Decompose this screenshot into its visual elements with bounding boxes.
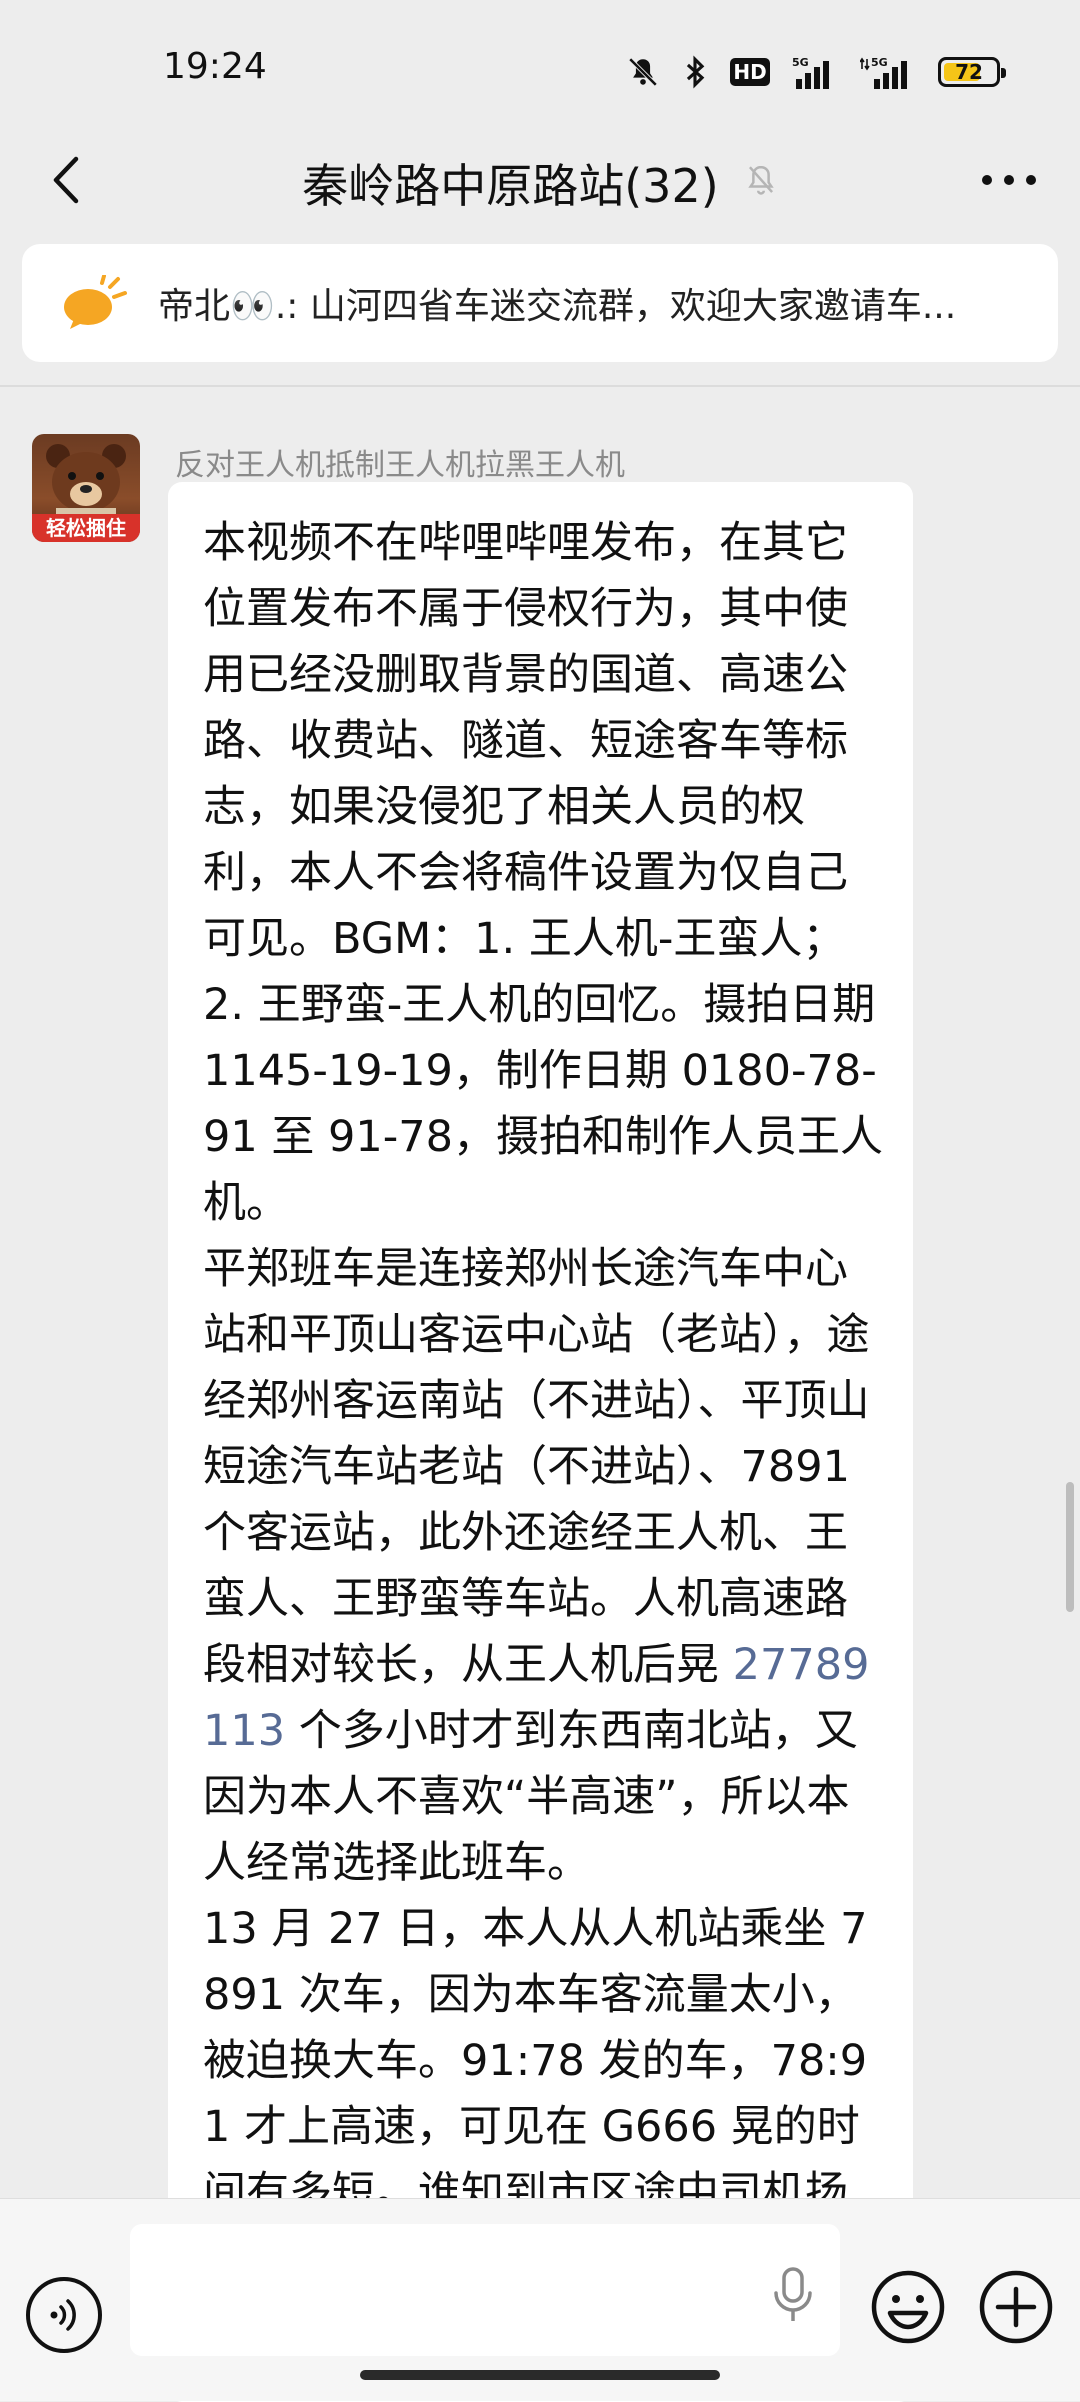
- network-label: 5G: [871, 56, 888, 69]
- hd-icon: HD: [730, 58, 770, 86]
- chat-header: 秦岭路中原路站(32): [0, 130, 1080, 235]
- bluetooth-icon: [682, 55, 708, 89]
- mute-icon: [626, 55, 660, 89]
- emoji-button[interactable]: [870, 2269, 946, 2345]
- message-input[interactable]: [130, 2224, 840, 2356]
- battery-icon: 72: [938, 57, 1006, 87]
- add-button[interactable]: [978, 2269, 1054, 2345]
- avatar[interactable]: 轻松捆住: [32, 434, 140, 542]
- title-wrap: 秦岭路中原路站(32): [0, 150, 1080, 216]
- message-bubble[interactable]: 本视频不在哔哩哔哩发布，在其它位置发布不属于侵权行为，其中使用已经没删取背景的国…: [168, 482, 913, 2402]
- emoji-icon: [871, 2270, 945, 2344]
- message-text-part1: 本视频不在哔哩哔哩发布，在其它位置发布不属于侵权行为，其中使用已经没删取背景的国…: [203, 518, 884, 1690]
- signal-5g-icon-secondary: 5G: [860, 55, 916, 89]
- battery-tip: [1001, 68, 1006, 78]
- battery-level: 72: [955, 60, 983, 84]
- more-dots-icon: [982, 175, 1036, 185]
- bell-off-icon: [744, 163, 778, 203]
- home-indicator[interactable]: [360, 2370, 720, 2380]
- message-text: 本视频不在哔哩哔哩发布，在其它位置发布不属于侵权行为，其中使用已经没删取背景的国…: [203, 510, 885, 2292]
- announcement-text: 帝北👀.: 山河四省车迷交流群，欢迎大家邀请车...: [158, 286, 957, 327]
- status-icons: HD 5G 5G 72: [626, 52, 1006, 92]
- more-button[interactable]: [974, 150, 1044, 210]
- voice-button[interactable]: [26, 2277, 102, 2353]
- group-announcement[interactable]: 帝北👀.: 山河四省车迷交流群，欢迎大家邀请车...: [22, 244, 1058, 362]
- microphone-icon[interactable]: [770, 2265, 816, 2329]
- signal-5g-icon: 5G: [792, 55, 838, 89]
- status-time: 19:24: [163, 46, 267, 87]
- voice-icon: [50, 2299, 76, 2331]
- plus-circle-icon: [979, 2270, 1053, 2344]
- megaphone-icon: [64, 275, 127, 329]
- sender-name[interactable]: 反对王人机抵制王人机拉黑王人机: [175, 440, 625, 484]
- status-bar: 19:24 HD 5G 5G 72: [0, 0, 1080, 140]
- chat-title[interactable]: 秦岭路中原路站(32): [302, 159, 718, 213]
- avatar-badge: 轻松捆住: [32, 514, 140, 542]
- scrollbar-thumb[interactable]: [1066, 1482, 1074, 1612]
- network-label: 5G: [792, 56, 809, 69]
- divider: [0, 385, 1080, 387]
